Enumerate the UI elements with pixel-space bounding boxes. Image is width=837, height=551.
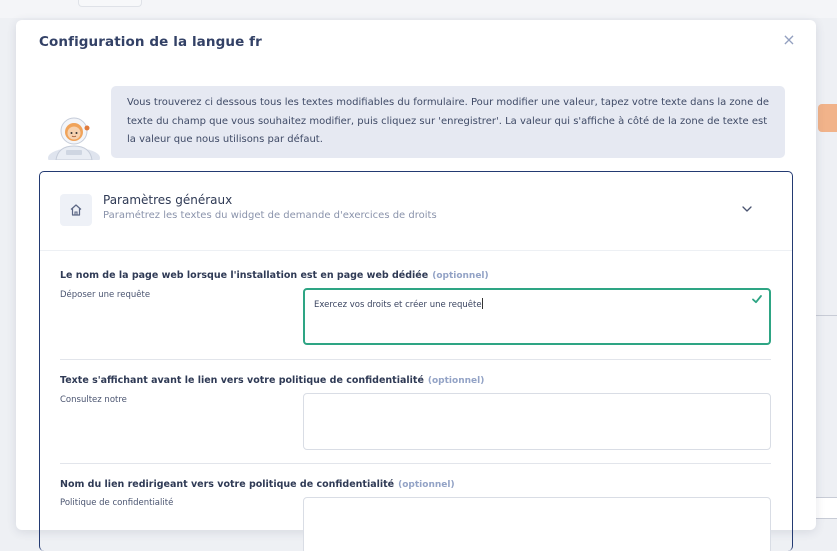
section-title: Paramètres généraux [103,193,233,207]
background-tab [78,0,142,7]
section-icon-badge [60,194,92,226]
optional-tag: (optionnel) [398,480,455,490]
field-label-privacy-link: Nom du lien redirigeant vers votre polit… [60,479,455,490]
checkmark-icon [752,295,762,304]
field-separator [60,463,771,464]
section-subtitle: Paramétrez les textes du widget de deman… [103,210,437,221]
field-label-text: Nom du lien redirigeant vers votre polit… [60,479,395,490]
modal-title: Configuration de la langue fr [39,34,262,50]
background-divider [814,315,837,316]
background-orange-button [818,104,837,132]
field-default-privacy-link: Politique de confidentialité [60,498,174,508]
field-label-page-name: Le nom de la page web lorsque l'installa… [60,270,489,281]
section-header[interactable]: Paramètres généraux Paramétrez les texte… [40,172,792,251]
field-label-privacy-text: Texte s'affichant avant le lien vers vot… [60,375,484,386]
optional-tag: (optionnel) [432,271,489,281]
chevron-down-icon[interactable] [740,202,754,216]
field-label-text: Le nom de la page web lorsque l'installa… [60,270,429,281]
home-icon [70,204,82,216]
field-separator [60,359,771,360]
textarea-value: Exercez vos droits et créer une requête [314,298,483,310]
info-banner: Vous trouverez ci dessous tous les texte… [111,86,785,158]
text-caret [481,298,483,309]
privacy-text-textarea[interactable] [303,393,771,450]
field-default-privacy-text: Consultez notre [60,395,127,405]
field-default-page-name: Déposer une requête [60,290,151,300]
page-name-textarea[interactable]: Exercez vos droits et créer une requête [303,288,771,345]
privacy-link-textarea[interactable] [303,497,771,551]
optional-tag: (optionnel) [427,376,485,386]
astronaut-mascot-icon [48,117,100,160]
language-config-modal: Configuration de la langue fr × Vous tro… [16,20,816,551]
background-panel [814,497,837,519]
field-label-text: Texte s'affichant avant le lien vers vot… [60,375,424,386]
section-general-settings: Paramètres généraux Paramétrez les texte… [39,171,793,551]
close-icon[interactable]: × [782,32,796,48]
